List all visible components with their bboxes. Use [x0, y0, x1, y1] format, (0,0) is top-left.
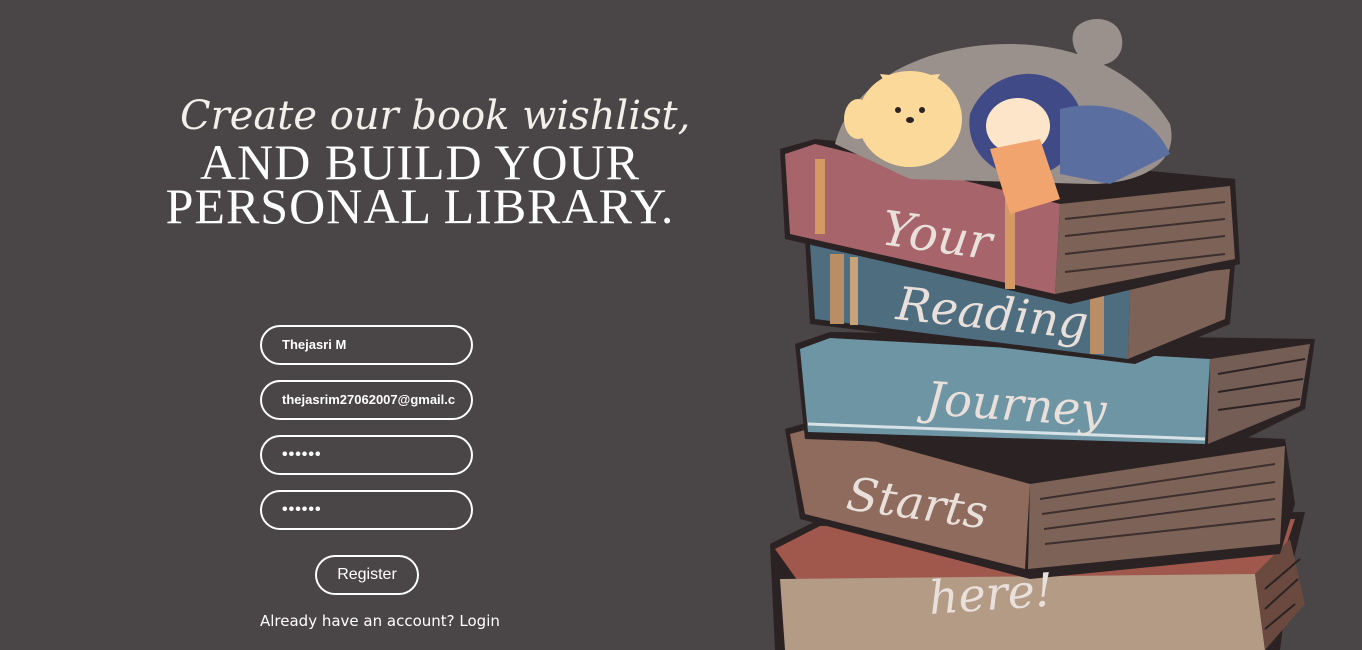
heading-script-line: Create our book wishlist,: [180, 93, 691, 139]
register-page: Create our book wishlist, AND BUILD YOUR…: [0, 0, 1362, 650]
confirm-password-field[interactable]: ••••••: [260, 490, 473, 530]
login-prompt-text: Already have an account?: [260, 612, 455, 630]
heading-caps-line-2: PERSONAL LIBRARY.: [165, 178, 675, 234]
page-heading: Create our book wishlist, AND BUILD YOUR…: [160, 92, 691, 234]
book-stack-image: Your Reading Journey Starts here!: [770, 19, 1315, 650]
register-button[interactable]: Register: [315, 555, 419, 595]
email-field[interactable]: thejasrim27062007@gmail.c: [260, 380, 473, 420]
password-field[interactable]: ••••••: [260, 435, 473, 475]
login-link[interactable]: Login: [459, 612, 499, 630]
register-form: Thejasri M thejasrim27062007@gmail.c •••…: [260, 325, 500, 545]
illustration-word-here: here!: [927, 562, 1055, 625]
name-field[interactable]: Thejasri M: [260, 325, 473, 365]
login-prompt: Already have an account? Login: [260, 612, 500, 630]
book-stack-illustration: Your Reading Journey Starts here!: [760, 14, 1330, 650]
